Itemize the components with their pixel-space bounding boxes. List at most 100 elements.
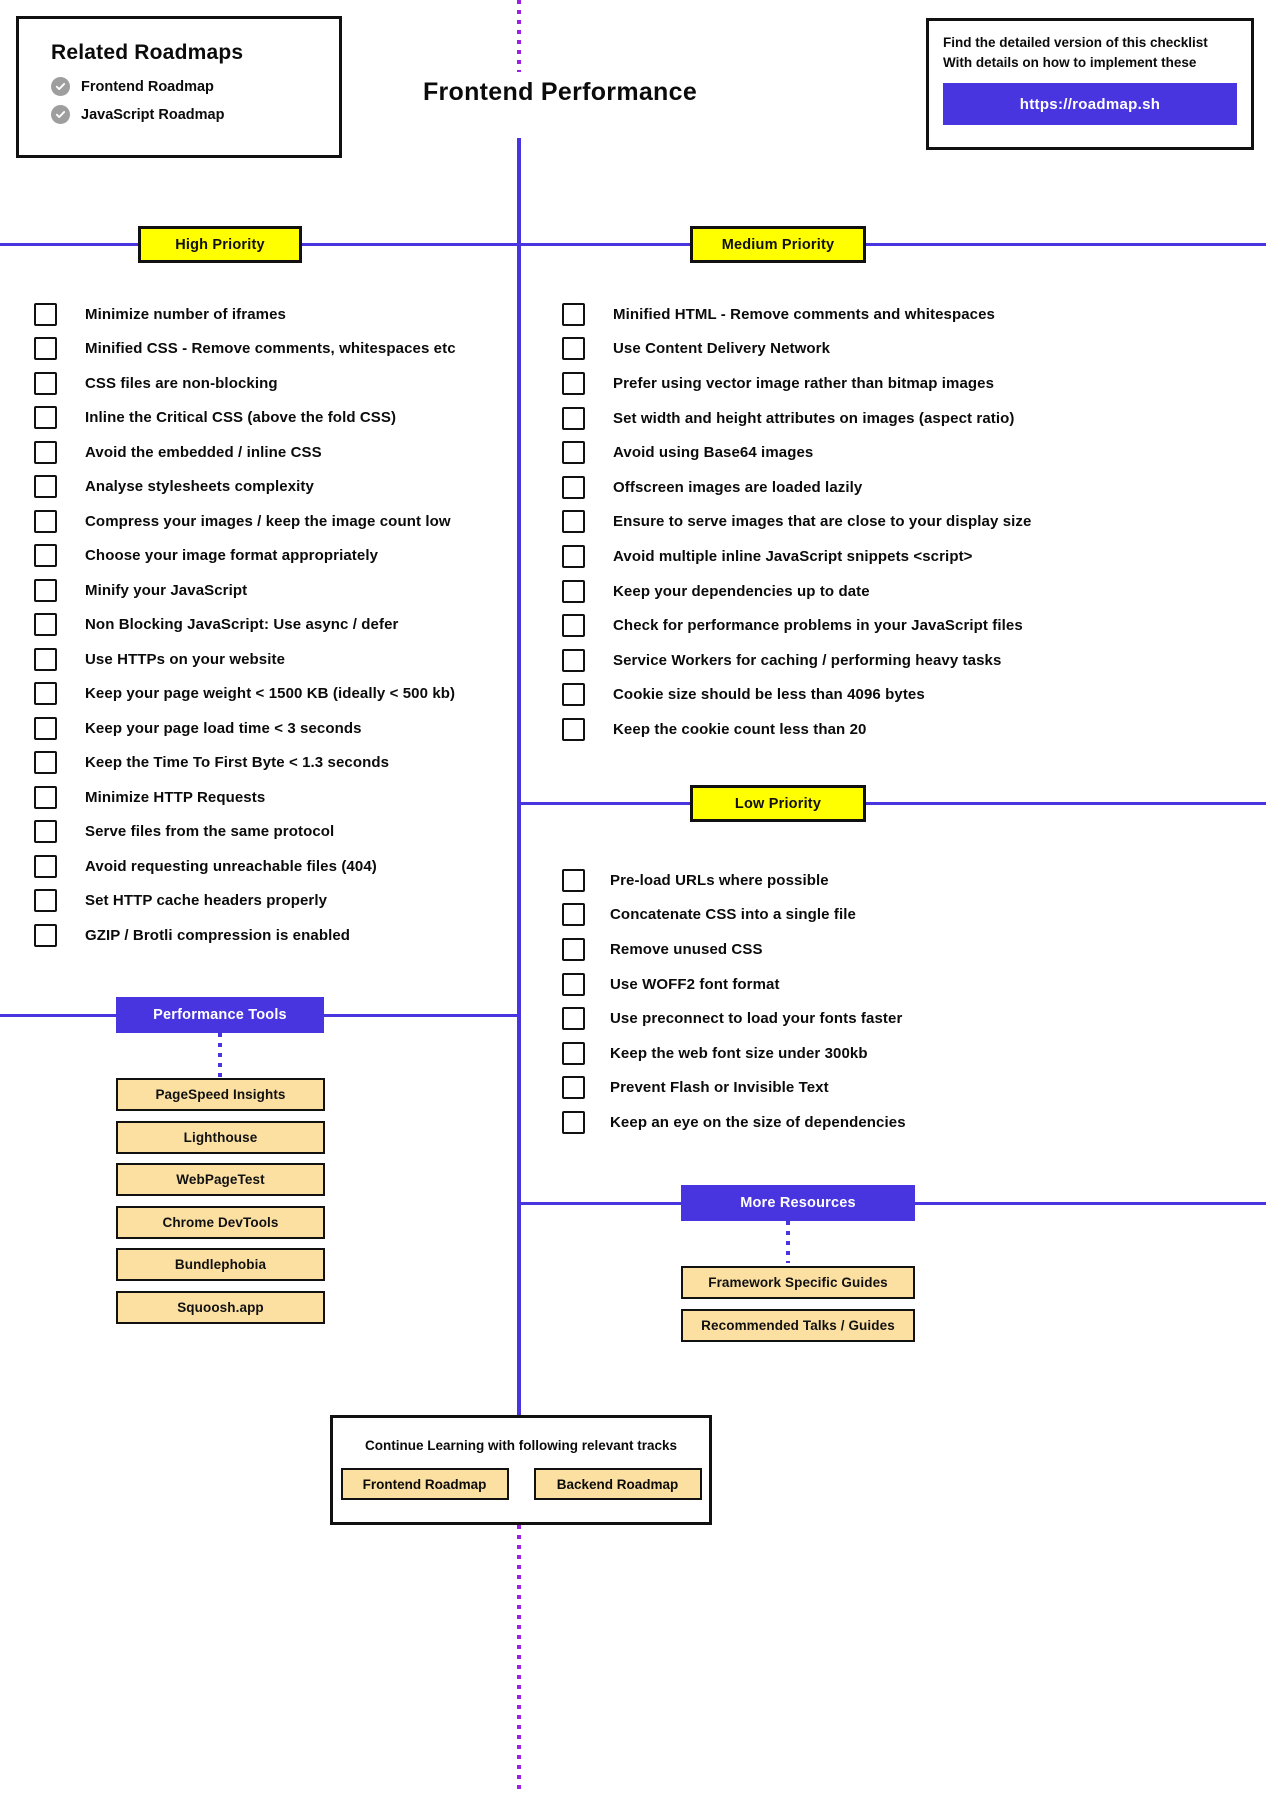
check-circle-icon [51, 77, 70, 96]
checklist-item[interactable]: Keep your dependencies up to date [562, 574, 1102, 609]
checkbox-icon[interactable] [34, 820, 57, 844]
checklist-item[interactable]: Service Workers for caching / performing… [562, 643, 1102, 678]
checklist-item[interactable]: Check for performance problems in your J… [562, 608, 1102, 643]
checkbox-icon[interactable] [34, 854, 57, 878]
performance-tools-chip[interactable]: PageSpeed Insights [116, 1078, 325, 1111]
checkbox-icon[interactable] [34, 785, 57, 809]
checkbox-icon[interactable] [34, 889, 57, 913]
section-header-more-resources[interactable]: More Resources [681, 1185, 915, 1221]
checklist-item[interactable]: Prevent Flash or Invisible Text [562, 1071, 1032, 1106]
more-resources-chip[interactable]: Recommended Talks / Guides [681, 1308, 915, 1342]
checklist-item[interactable]: Minimize number of iframes [34, 297, 504, 332]
checklist-item[interactable]: Minimize HTTP Requests [34, 780, 504, 815]
checkbox-icon[interactable] [562, 1076, 585, 1100]
checklist-item[interactable]: Set width and height attributes on image… [562, 401, 1102, 436]
checklist-item[interactable]: Concatenate CSS into a single file [562, 898, 1032, 933]
checklist-item[interactable]: Minified CSS - Remove comments, whitespa… [34, 332, 504, 367]
checklist-item[interactable]: Minified HTML - Remove comments and whit… [562, 297, 1102, 332]
checklist-item[interactable]: Compress your images / keep the image co… [34, 504, 504, 539]
performance-tools-chip[interactable]: Chrome DevTools [116, 1205, 325, 1239]
checkbox-icon[interactable] [34, 544, 57, 568]
performance-tools-chip[interactable]: Lighthouse [116, 1120, 325, 1154]
checkbox-icon[interactable] [34, 716, 57, 740]
section-header-low-priority[interactable]: Low Priority [690, 785, 866, 822]
checkbox-icon[interactable] [34, 509, 57, 533]
checklist-item[interactable]: Inline the Critical CSS (above the fold … [34, 401, 504, 436]
checklist-item[interactable]: Use preconnect to load your fonts faster [562, 1001, 1032, 1036]
checklist-item[interactable]: Choose your image format appropriately [34, 539, 504, 574]
checkbox-icon[interactable] [562, 937, 585, 961]
checkbox-icon[interactable] [562, 406, 585, 430]
related-roadmap-item[interactable]: JavaScript Roadmap [51, 105, 317, 124]
checkbox-icon[interactable] [562, 1007, 585, 1031]
checklist-item[interactable]: Use HTTPs on your website [34, 642, 504, 677]
checkbox-icon[interactable] [562, 510, 585, 534]
performance-tools-chip[interactable]: WebPageTest [116, 1163, 325, 1196]
checkbox-icon[interactable] [562, 441, 585, 465]
checklist-item[interactable]: Keep an eye on the size of dependencies [562, 1105, 1032, 1140]
checkbox-icon[interactable] [34, 682, 57, 706]
checkbox-icon[interactable] [34, 613, 57, 637]
checkbox-icon[interactable] [562, 337, 585, 361]
checkbox-icon[interactable] [34, 302, 57, 326]
checkbox-icon[interactable] [34, 440, 57, 464]
checklist-item[interactable]: Pre-load URLs where possible [562, 863, 1032, 898]
checkbox-icon[interactable] [562, 648, 585, 672]
checklist-item[interactable]: Use Content Delivery Network [562, 332, 1102, 367]
section-header-medium-priority[interactable]: Medium Priority [690, 226, 866, 263]
roadmap-sh-link-button[interactable]: https://roadmap.sh [943, 83, 1237, 126]
performance-tools-chip[interactable]: Squoosh.app [116, 1290, 325, 1324]
checklist-item[interactable]: Serve files from the same protocol [34, 815, 504, 850]
checkbox-icon[interactable] [562, 972, 585, 996]
checklist-item-label: Pre-load URLs where possible [610, 871, 829, 889]
checkbox-icon[interactable] [34, 578, 57, 602]
checklist-item[interactable]: Avoid requesting unreachable files (404) [34, 849, 504, 884]
section-header-high-priority[interactable]: High Priority [138, 226, 302, 263]
checkbox-icon[interactable] [562, 683, 585, 707]
checklist-item[interactable]: CSS files are non-blocking [34, 366, 504, 401]
checklist-item[interactable]: Minify your JavaScript [34, 573, 504, 608]
checklist-item[interactable]: Remove unused CSS [562, 932, 1032, 967]
checklist-item[interactable]: Avoid the embedded / inline CSS [34, 435, 504, 470]
checkbox-icon[interactable] [562, 371, 585, 395]
checklist-item[interactable]: Ensure to serve images that are close to… [562, 505, 1102, 540]
checkbox-icon[interactable] [562, 1041, 585, 1065]
footer-chip-frontend-roadmap[interactable]: Frontend Roadmap [340, 1468, 509, 1500]
checklist-item[interactable]: Keep your page load time < 3 seconds [34, 711, 504, 746]
checkbox-icon[interactable] [562, 717, 585, 741]
checklist-item[interactable]: Analyse stylesheets complexity [34, 470, 504, 505]
checklist-item[interactable]: Prefer using vector image rather than bi… [562, 366, 1102, 401]
checklist-item[interactable]: GZIP / Brotli compression is enabled [34, 918, 504, 953]
checkbox-icon[interactable] [562, 544, 585, 568]
checkbox-icon[interactable] [562, 614, 585, 638]
checkbox-icon[interactable] [34, 337, 57, 361]
checkbox-icon[interactable] [34, 406, 57, 430]
checkbox-icon[interactable] [562, 302, 585, 326]
checkbox-icon[interactable] [34, 371, 57, 395]
checklist-item[interactable]: Offscreen images are loaded lazily [562, 470, 1102, 505]
section-header-performance-tools[interactable]: Performance Tools [116, 997, 324, 1033]
more-resources-chip[interactable]: Framework Specific Guides [681, 1266, 915, 1299]
performance-tools-chip[interactable]: Bundlephobia [116, 1248, 325, 1281]
checklist-item[interactable]: Keep your page weight < 1500 KB (ideally… [34, 677, 504, 712]
checkbox-icon[interactable] [34, 923, 57, 947]
checkbox-icon[interactable] [34, 647, 57, 671]
checklist-item[interactable]: Avoid using Base64 images [562, 435, 1102, 470]
checkbox-icon[interactable] [562, 579, 585, 603]
checklist-item[interactable]: Avoid multiple inline JavaScript snippet… [562, 539, 1102, 574]
checkbox-icon[interactable] [562, 1110, 585, 1134]
footer-chip-backend-roadmap[interactable]: Backend Roadmap [533, 1468, 702, 1500]
checkbox-icon[interactable] [34, 751, 57, 775]
checklist-item[interactable]: Set HTTP cache headers properly [34, 884, 504, 919]
checklist-item[interactable]: Keep the web font size under 300kb [562, 1036, 1032, 1071]
checklist-item[interactable]: Non Blocking JavaScript: Use async / def… [34, 608, 504, 643]
checklist-item[interactable]: Cookie size should be less than 4096 byt… [562, 678, 1102, 713]
checkbox-icon[interactable] [562, 903, 585, 927]
checklist-item[interactable]: Keep the cookie count less than 20 [562, 712, 1102, 747]
checkbox-icon[interactable] [34, 475, 57, 499]
checklist-item[interactable]: Keep the Time To First Byte < 1.3 second… [34, 746, 504, 781]
checklist-item[interactable]: Use WOFF2 font format [562, 967, 1032, 1002]
checkbox-icon[interactable] [562, 475, 585, 499]
checkbox-icon[interactable] [562, 868, 585, 892]
related-roadmap-item[interactable]: Frontend Roadmap [51, 77, 317, 96]
